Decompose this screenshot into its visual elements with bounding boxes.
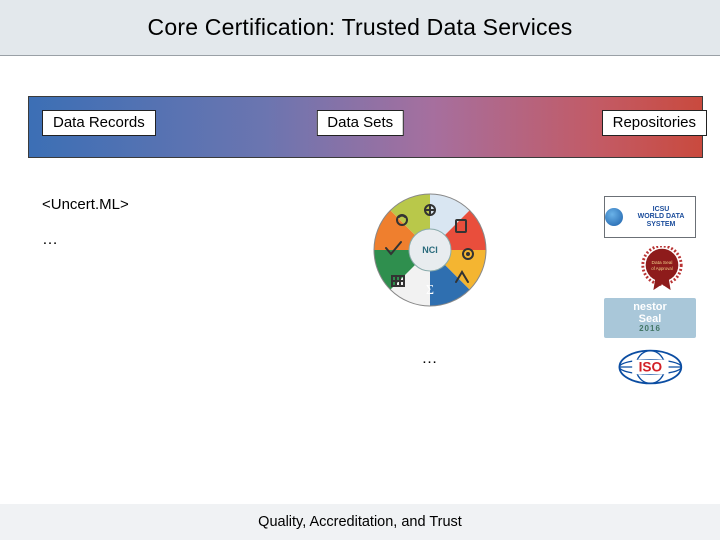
svg-text:Σ: Σ — [425, 283, 433, 298]
spectrum-band: Data Records Data Sets Repositories — [0, 96, 720, 158]
slide-title: Core Certification: Trusted Data Service… — [148, 14, 573, 41]
nestor-line1: nestor — [633, 301, 667, 313]
svg-text:of Approval: of Approval — [651, 266, 673, 271]
nestor-year: 2016 — [633, 325, 667, 333]
globe-icon — [605, 208, 623, 226]
ellipsis: … — [307, 350, 552, 368]
col-data-records: <Uncert.ML> … — [42, 196, 287, 249]
col-label-data-sets: Data Sets — [316, 110, 404, 136]
footer-text: Quality, Accreditation, and Trust — [258, 514, 462, 530]
footer-bar: Quality, Accreditation, and Trust — [0, 504, 720, 540]
col-label-data-records: Data Records — [42, 110, 156, 136]
nestor-line2: Seal — [639, 313, 662, 325]
badge-data-seal-of-approval: Data Seal of Approval — [628, 246, 696, 290]
wheel-hub-label: NCI — [422, 245, 438, 255]
col-label-repositories: Repositories — [602, 110, 707, 136]
col-data-sets: Σ NCI … — [307, 196, 552, 368]
uncertml-tag: <Uncert.ML> — [42, 196, 287, 213]
quality-wheel-icon: Σ NCI — [370, 190, 490, 310]
badge-nestor-seal: nestor Seal 2016 — [604, 298, 696, 338]
wds-line2: WORLD DATA SYSTEM — [627, 213, 695, 228]
col-repositories: ICSU WORLD DATA SYSTEM Data Seal — [572, 196, 696, 388]
badge-icsu-wds: ICSU WORLD DATA SYSTEM — [604, 196, 696, 238]
title-bar: Core Certification: Trusted Data Service… — [0, 0, 720, 56]
wds-line1: ICSU — [627, 206, 695, 213]
badge-iso: ISO — [604, 346, 696, 388]
ellipsis: … — [42, 231, 287, 249]
svg-text:ISO: ISO — [638, 360, 662, 375]
